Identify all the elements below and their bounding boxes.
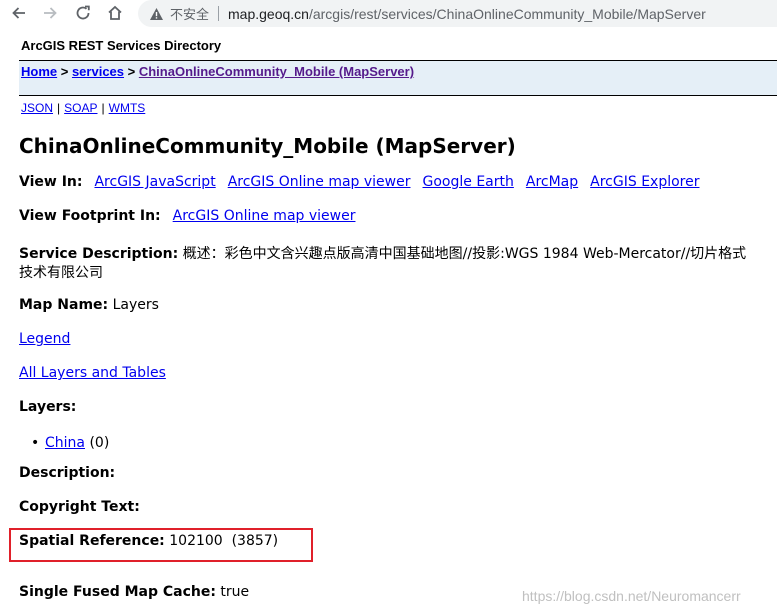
browser-toolbar: 不安全 map.geoq.cn/arcgis/rest/services/Chi…: [0, 0, 777, 27]
service-description-row: Service Description: 概述：彩色中文含兴趣点版高清中国基础地…: [19, 243, 746, 263]
copyright-row: Copyright Text:: [19, 499, 140, 515]
insecure-label[interactable]: 不安全: [170, 4, 209, 23]
single-fused-cache-label: Single Fused Map Cache:: [19, 584, 216, 600]
breadcrumb-services-link[interactable]: services: [72, 64, 124, 79]
view-footprint-label: View Footprint In:: [19, 208, 161, 224]
format-separator: |: [57, 101, 61, 115]
map-name-row: Map Name: Layers: [19, 297, 159, 313]
copyright-label: Copyright Text:: [19, 499, 140, 515]
view-footprint-row: View Footprint In: ArcGIS Online map view…: [19, 208, 355, 224]
view-in-arcgis-online-link[interactable]: ArcGIS Online map viewer: [228, 174, 411, 190]
breadcrumb-home-link[interactable]: Home: [21, 64, 57, 79]
directory-title: ArcGIS REST Services Directory: [21, 38, 222, 53]
single-fused-cache-value: true: [220, 584, 250, 600]
service-description-text: 概述：彩色中文含兴趣点版高清中国基础地图//投影:WGS 1984 Web-Me…: [182, 246, 747, 262]
page-content: ArcGIS REST Services Directory Home > se…: [0, 27, 777, 615]
service-description-label: Service Description:: [19, 246, 179, 262]
description-row: Description:: [19, 465, 115, 481]
all-layers-row: All Layers and Tables: [19, 365, 166, 381]
layers-heading: Layers:: [19, 399, 76, 415]
breadcrumb-current-link[interactable]: ChinaOnlineCommunity_Mobile (MapServer): [139, 64, 414, 79]
url-host: map.geoq.cn: [228, 5, 309, 22]
wmts-link[interactable]: WMTS: [109, 101, 146, 115]
all-layers-and-tables-link[interactable]: All Layers and Tables: [19, 365, 166, 381]
legend-link[interactable]: Legend: [19, 331, 70, 347]
back-arrow-icon[interactable]: [9, 3, 29, 23]
format-separator: |: [101, 101, 105, 115]
layer-china-link[interactable]: China: [45, 435, 85, 451]
map-name-value: Layers: [112, 297, 159, 313]
view-in-row: View In: ArcGIS JavaScript ArcGIS Online m…: [19, 174, 711, 190]
spatial-reference-value: 102100 (3857): [169, 533, 279, 549]
view-in-arcgis-explorer-link[interactable]: ArcGIS Explorer: [590, 174, 699, 190]
spatial-reference-label: Spatial Reference:: [19, 533, 165, 549]
page-title: ChinaOnlineCommunity_Mobile (MapServer): [19, 134, 516, 158]
breadcrumb: Home > services > ChinaOnlineCommunity_M…: [19, 60, 777, 96]
view-in-arcmap-link[interactable]: ArcMap: [526, 174, 578, 190]
url-text[interactable]: map.geoq.cn/arcgis/rest/services/ChinaOn…: [228, 6, 706, 22]
reload-icon[interactable]: [73, 3, 93, 23]
watermark: https://blog.csdn.net/Neuromancerr: [522, 588, 741, 604]
breadcrumb-separator: >: [124, 64, 139, 79]
view-in-label: View In:: [19, 174, 83, 190]
layers-label: Layers:: [19, 399, 77, 415]
warning-triangle-icon[interactable]: [148, 6, 164, 22]
address-divider: [218, 6, 220, 21]
soap-link[interactable]: SOAP: [64, 101, 97, 115]
format-links: JSON | SOAP | WMTS: [21, 101, 145, 115]
url-path: /arcgis/rest/services/ChinaOnlineCommuni…: [308, 5, 706, 22]
view-in-google-earth-link[interactable]: Google Earth: [423, 174, 514, 190]
layer-id: (0): [89, 435, 110, 451]
view-in-arcgis-javascript-link[interactable]: ArcGIS JavaScript: [94, 174, 215, 190]
json-link[interactable]: JSON: [21, 101, 53, 115]
home-icon[interactable]: [105, 3, 125, 23]
service-description-continuation: 技术有限公司: [19, 265, 103, 281]
view-footprint-arcgis-online-link[interactable]: ArcGIS Online map viewer: [173, 208, 356, 224]
address-bar[interactable]: 不安全 map.geoq.cn/arcgis/rest/services/Chi…: [138, 0, 777, 27]
list-item: China (0): [31, 435, 110, 451]
spatial-reference-row: Spatial Reference: 102100 (3857): [19, 533, 278, 549]
map-name-label: Map Name:: [19, 297, 109, 313]
single-fused-cache-row: Single Fused Map Cache: true: [19, 584, 249, 600]
description-label: Description:: [19, 465, 116, 481]
breadcrumb-separator: >: [57, 64, 72, 79]
forward-arrow-icon[interactable]: [40, 3, 60, 23]
legend-row: Legend: [19, 331, 70, 347]
